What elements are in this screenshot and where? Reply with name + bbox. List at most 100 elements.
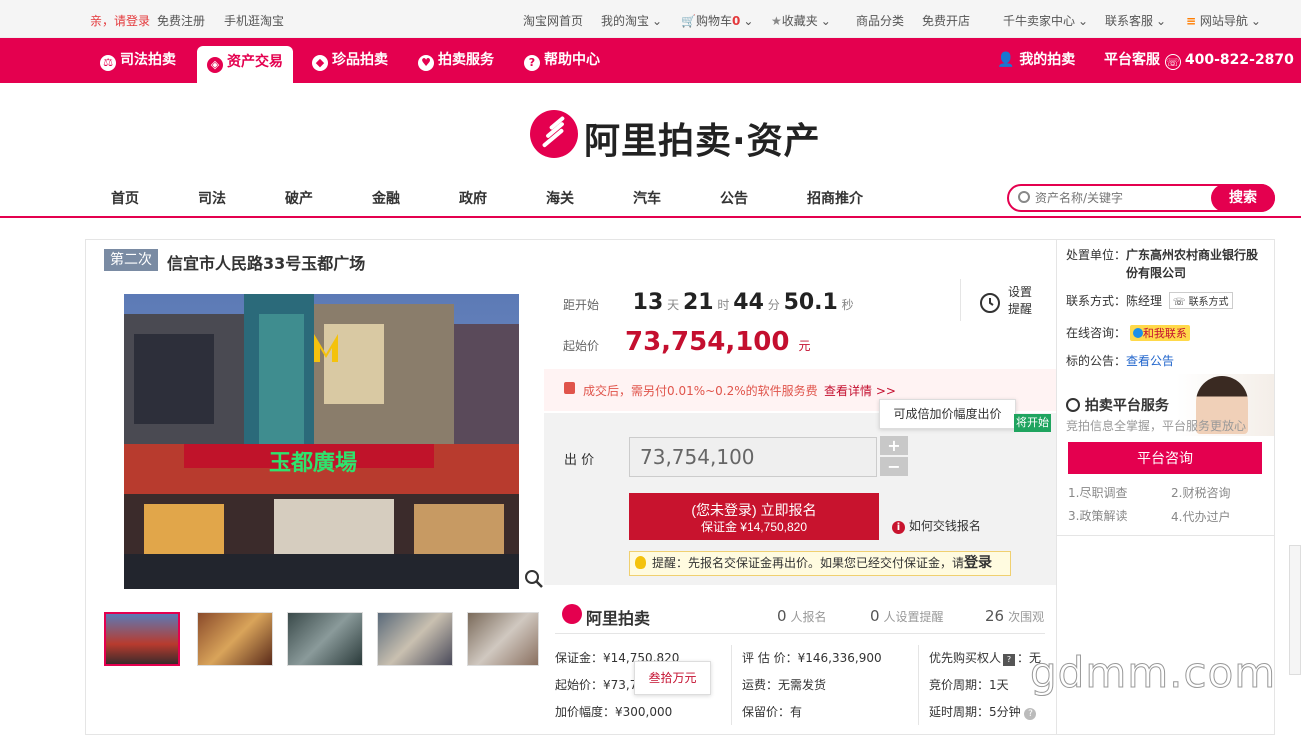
service-item[interactable]: 2.财税咨询 — [1171, 484, 1230, 501]
phone-icon: ☏ — [1164, 54, 1181, 70]
info-badge-icon[interactable]: ? — [1003, 654, 1016, 666]
countdown-minutes: 44 — [733, 290, 764, 315]
tip-login-link[interactable]: 登录 — [964, 555, 992, 571]
decrease-bid-button[interactable]: − — [880, 457, 908, 476]
chevron-down-icon: ⌄ — [1078, 14, 1089, 28]
chat-button[interactable]: 和我联系 — [1129, 325, 1190, 341]
cart-label: 购物车 — [695, 14, 732, 28]
service-item[interactable]: 4.代办过户 — [1171, 508, 1230, 525]
cycle-info: 竞价周期：1天 — [929, 678, 1009, 692]
search-input[interactable] — [1035, 188, 1215, 208]
platform-service-link[interactable]: 平台客服 ☏ 400-822-2870 — [1104, 38, 1294, 83]
org-label: 处置单位： — [1066, 248, 1127, 262]
contact-button-label: 联系方式 — [1188, 297, 1229, 308]
priority-info: 优先购买权人? ：无 — [929, 649, 1041, 666]
reminder-line: 设置 — [1008, 285, 1033, 299]
signup-count-label: 人报名 — [790, 610, 827, 624]
nav-help-center[interactable]: ? 帮助中心 — [524, 38, 600, 83]
nav-judicial-auction[interactable]: ⚖ 司法拍卖 — [100, 38, 176, 83]
set-reminder-link[interactable]: 设置 提醒 — [1008, 284, 1032, 318]
divider — [960, 279, 961, 321]
divider — [731, 645, 732, 725]
my-taobao-link[interactable]: 我的淘宝 ⌄ — [601, 12, 662, 29]
appraisal-info: 评 估 价：¥146,336,900 — [742, 651, 882, 665]
item-main-photo[interactable]: 玉都廣場 — [124, 294, 519, 589]
top-bar: 亲，请登录 免费注册 手机逛淘宝 淘宝网首页 我的淘宝 ⌄ 🛒购物车0 ⌄ ★收藏夹… — [0, 0, 1301, 38]
open-shop-link[interactable]: 免费开店 — [922, 12, 970, 29]
start-price-info: 起始价：¥73,7 — [555, 678, 638, 692]
zoom-icon[interactable] — [523, 568, 545, 590]
chevron-down-icon: ⌄ — [652, 14, 663, 28]
site-nav-label: 网站导航 — [1199, 14, 1248, 28]
fee-detail-link[interactable]: 查看详情 >> — [824, 382, 896, 399]
service-item[interactable]: 3.政策解读 — [1068, 507, 1127, 524]
photo-thumbnail[interactable] — [197, 612, 273, 666]
categories-link[interactable]: 商品分类 — [856, 12, 904, 29]
service-link[interactable]: 联系客服 ⌄ — [1105, 12, 1166, 29]
taobao-home-link[interactable]: 淘宝网首页 — [523, 12, 583, 29]
channel-bankruptcy[interactable]: 破产 — [285, 188, 313, 208]
cart-icon: 🛒 — [681, 14, 696, 28]
contact-label: 联系方式： — [1066, 294, 1127, 308]
asset-icon: ◈ — [207, 57, 223, 73]
how-to-pay-link[interactable]: i 如何交钱报名 — [892, 517, 981, 534]
service-item[interactable]: 1.尽职调查 — [1068, 484, 1127, 501]
channel-notice[interactable]: 公告 — [720, 188, 748, 208]
channel-home[interactable]: 首页 — [111, 188, 139, 208]
platform-service-label: 平台客服 — [1104, 52, 1160, 68]
photo-thumbnail[interactable] — [467, 612, 539, 666]
register-link[interactable]: 免费注册 — [157, 12, 205, 29]
nav-label: 珍品拍卖 — [332, 52, 388, 68]
my-auction-link[interactable]: 👤 我的拍卖 — [997, 38, 1075, 83]
platform-consult-button[interactable]: 平台咨询 — [1068, 442, 1262, 474]
favorites-link[interactable]: ★收藏夹 ⌄ — [771, 12, 831, 29]
cart-link[interactable]: 🛒购物车0 ⌄ — [681, 12, 753, 29]
star-icon: ★ — [771, 14, 782, 28]
floating-side-panel[interactable] — [1289, 545, 1301, 675]
notice-label: 标的公告： — [1066, 354, 1127, 368]
chevron-down-icon: ⌄ — [1250, 14, 1261, 28]
alarm-clock-icon[interactable] — [978, 290, 1002, 314]
shipping-info: 运费：无需发货 — [742, 678, 827, 692]
channel-auto[interactable]: 汽车 — [633, 188, 661, 208]
countdown-hours: 21 — [682, 290, 714, 315]
user-icon: 👤 — [997, 52, 1015, 68]
channel-finance[interactable]: 金融 — [372, 188, 400, 208]
countdown-days: 13 — [632, 290, 664, 315]
bid-price-input[interactable]: 73,754,100 — [629, 437, 877, 477]
increase-bid-button[interactable]: + — [880, 436, 908, 455]
menu-icon: ≡ — [1186, 14, 1197, 28]
question-icon[interactable]: ? — [1024, 708, 1037, 720]
nav-treasure-auction[interactable]: ◆ 珍品拍卖 — [312, 38, 388, 83]
search-button[interactable]: 搜索 — [1211, 184, 1275, 212]
contact-button[interactable]: ☏ 联系方式 — [1168, 292, 1233, 309]
nav-auction-service[interactable]: ♥ 拍卖服务 — [418, 38, 494, 83]
channel-government[interactable]: 政府 — [459, 188, 487, 208]
channel-customs[interactable]: 海关 — [546, 188, 574, 208]
channel-investment[interactable]: 招商推介 — [807, 188, 863, 208]
ali-auction-logo-icon[interactable] — [530, 110, 578, 158]
brand-name: 阿里拍卖 — [586, 609, 651, 628]
svg-text:玉都廣場: 玉都廣場 — [269, 450, 357, 476]
site-nav-link[interactable]: ≡ 网站导航 ⌄ — [1186, 12, 1261, 29]
nav-asset-trading[interactable]: ◈ 资产交易 — [197, 46, 293, 83]
notice-link[interactable]: 查看公告 — [1126, 354, 1174, 368]
search-icon — [1018, 191, 1030, 203]
my-taobao-label: 我的淘宝 — [601, 14, 650, 28]
photo-thumbnail[interactable] — [287, 612, 363, 666]
start-price: 73,754,100 元 — [625, 327, 811, 357]
seller-center-link[interactable]: 千牛卖家中心 ⌄ — [1003, 12, 1088, 29]
login-link[interactable]: 亲，请登录 — [90, 12, 150, 29]
divider — [555, 633, 1045, 634]
favorites-label: 收藏夹 — [781, 14, 818, 28]
nav-label: 资产交易 — [227, 54, 283, 70]
photo-thumbnail[interactable] — [104, 612, 180, 666]
logo-text[interactable]: 阿里拍卖·资产 — [584, 112, 821, 164]
channel-judicial[interactable]: 司法 — [198, 188, 226, 208]
countdown: 距开始 13 天 21 时 44 分 50.1 秒 — [563, 290, 854, 315]
fee-note: 成交后，需另付0.01%~0.2%的软件服务费 — [583, 384, 818, 398]
service-label: 联系客服 — [1105, 14, 1154, 28]
photo-thumbnail[interactable] — [377, 612, 453, 666]
mobile-link[interactable]: 手机逛淘宝 — [224, 12, 284, 29]
signup-button[interactable]: (您未登录) 立即报名 保证金 ¥14,750,820 — [629, 493, 879, 540]
